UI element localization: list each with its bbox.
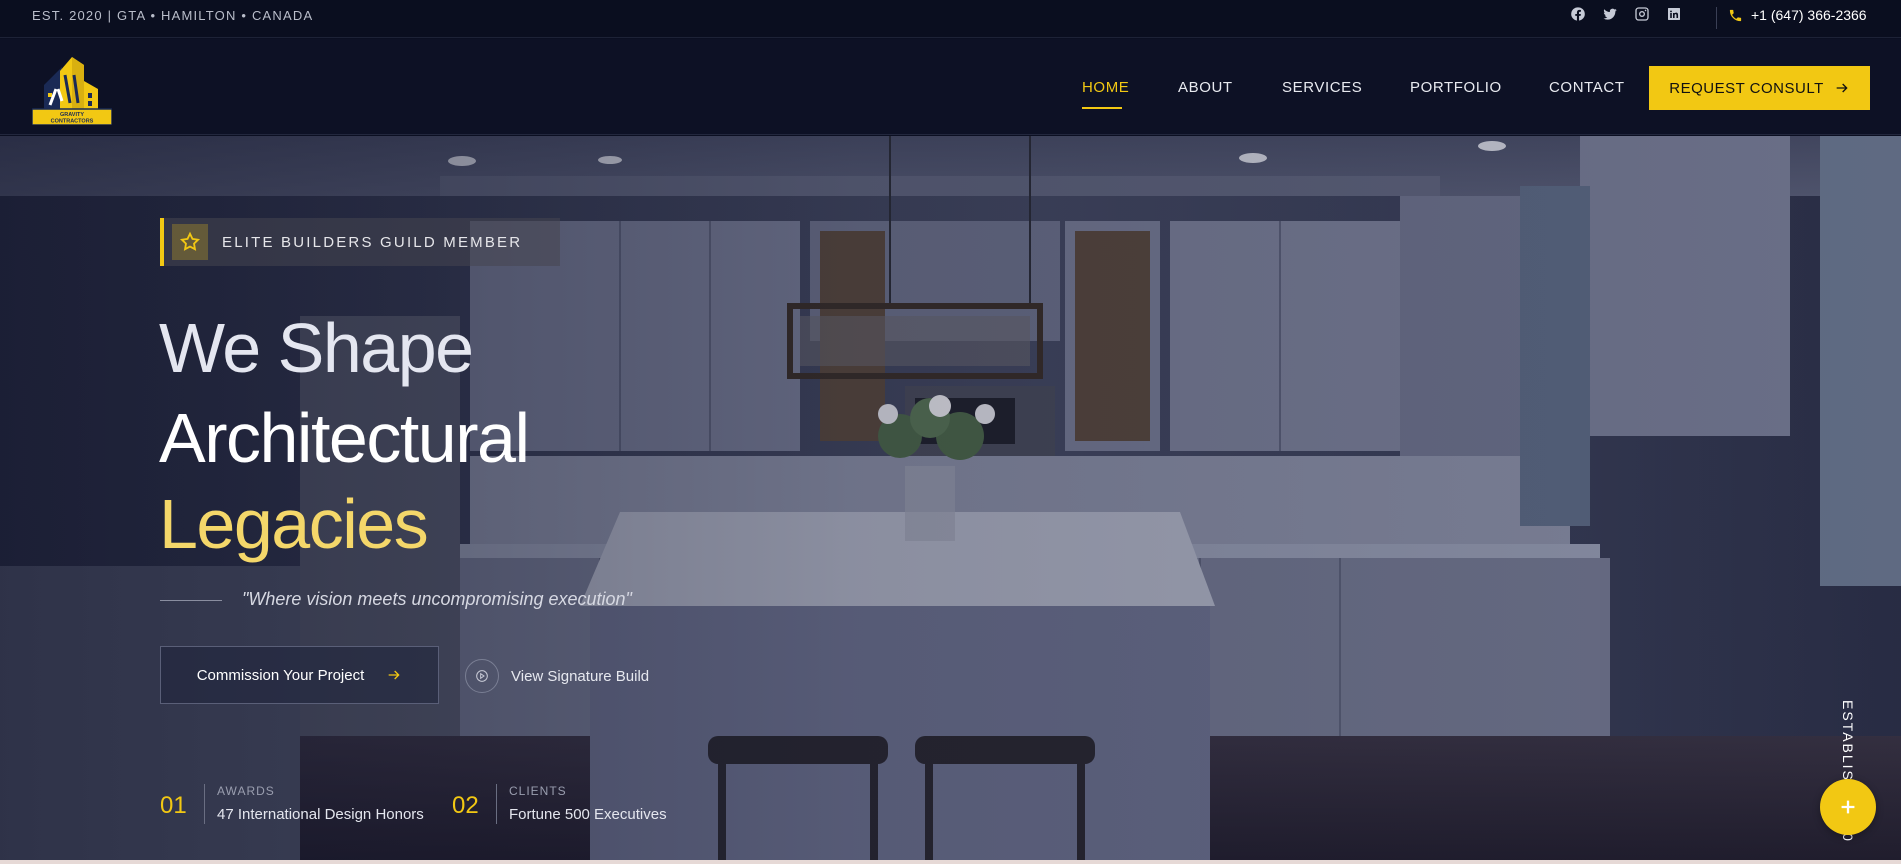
arrow-right-icon — [1836, 83, 1848, 93]
commission-project-button[interactable]: Commission Your Project — [160, 646, 439, 704]
nav-services[interactable]: SERVICES — [1282, 79, 1362, 96]
hero-heading-line2: Architectural — [159, 399, 530, 477]
stat-divider — [204, 784, 205, 824]
request-consult-label: REQUEST CONSULT — [1669, 79, 1824, 97]
facebook-icon[interactable] — [1570, 6, 1586, 22]
instagram-icon[interactable] — [1634, 6, 1650, 22]
svg-text:GRAVITY: GRAVITY — [60, 112, 84, 118]
guild-member-badge: ELITE BUILDERS GUILD MEMBER — [160, 218, 560, 266]
phone-icon — [1729, 9, 1742, 21]
floating-add-button[interactable] — [1820, 779, 1876, 835]
twitter-icon[interactable] — [1602, 6, 1618, 22]
linkedin-icon[interactable] — [1666, 6, 1682, 22]
plus-icon — [1841, 800, 1855, 814]
hero-quote: "Where vision meets uncompromising execu… — [242, 589, 632, 609]
topbar-tagline: EST. 2020 | GTA • HAMILTON • CANADA — [32, 8, 314, 23]
stat-clients: 02 CLIENTS Fortune 500 Executives — [452, 784, 667, 824]
nav-about[interactable]: ABOUT — [1178, 79, 1233, 96]
arrow-right-icon — [388, 670, 400, 680]
star-icon — [172, 224, 208, 260]
social-links — [1570, 6, 1682, 22]
view-signature-build-label: View Signature Build — [511, 667, 650, 685]
badge-text: ELITE BUILDERS GUILD MEMBER — [222, 233, 523, 251]
page-bottom-edge — [0, 860, 1901, 864]
request-consult-button[interactable]: REQUEST CONSULT — [1649, 66, 1870, 110]
play-icon — [465, 659, 499, 693]
phone-link[interactable]: +1 (647) 366-2366 — [1728, 7, 1867, 23]
stat-number: 02 — [452, 792, 479, 819]
topbar-divider — [1716, 7, 1717, 29]
stat-label: AWARDS — [217, 784, 275, 798]
hero-section: ELITE BUILDERS GUILD MEMBER We Shape Arc… — [0, 136, 1901, 860]
nav-portfolio[interactable]: PORTFOLIO — [1410, 79, 1502, 96]
stat-divider — [496, 784, 497, 824]
active-nav-indicator — [1082, 107, 1122, 109]
hero-heading-line3: Legacies — [159, 485, 429, 563]
stat-value: 47 International Design Honors — [217, 806, 424, 823]
view-signature-build-link[interactable]: View Signature Build — [465, 659, 649, 693]
gravity-contractors-logo[interactable]: GRAVITY CONTRACTORS — [32, 53, 112, 125]
quote-divider — [160, 600, 222, 601]
stat-awards: 01 AWARDS 47 International Design Honors — [160, 784, 424, 824]
nav-home[interactable]: HOME — [1082, 79, 1129, 96]
hero-heading-line1: We Shape — [159, 309, 474, 387]
stat-value: Fortune 500 Executives — [509, 806, 667, 823]
stat-label: CLIENTS — [509, 784, 567, 798]
commission-project-label: Commission Your Project — [196, 666, 365, 684]
nav-contact[interactable]: CONTACT — [1549, 79, 1625, 96]
stat-number: 01 — [160, 792, 187, 819]
phone-number: +1 (647) 366-2366 — [1751, 7, 1867, 23]
svg-text:CONTRACTORS: CONTRACTORS — [51, 119, 94, 125]
main-header: GRAVITY CONTRACTORS HOME ABOUT SERVICES … — [0, 39, 1901, 135]
top-bar: EST. 2020 | GTA • HAMILTON • CANADA +1 (… — [0, 0, 1901, 38]
